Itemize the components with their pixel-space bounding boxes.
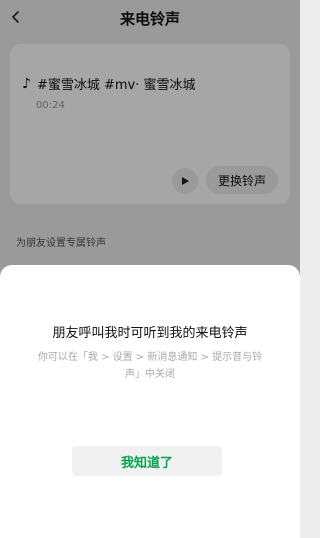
info-bottom-sheet: 朋友呼叫我时可听到我的来电铃声 你可以在「我 > 设置 > 新消息通知 > 提示… — [0, 265, 300, 538]
dialog-description: 你可以在「我 > 设置 > 新消息通知 > 提示音与铃声」中关闭 — [37, 352, 263, 380]
dialog-title: 朋友呼叫我时可听到我的来电铃声 — [52, 326, 248, 341]
got-it-button[interactable]: 我知道了 — [72, 446, 222, 476]
